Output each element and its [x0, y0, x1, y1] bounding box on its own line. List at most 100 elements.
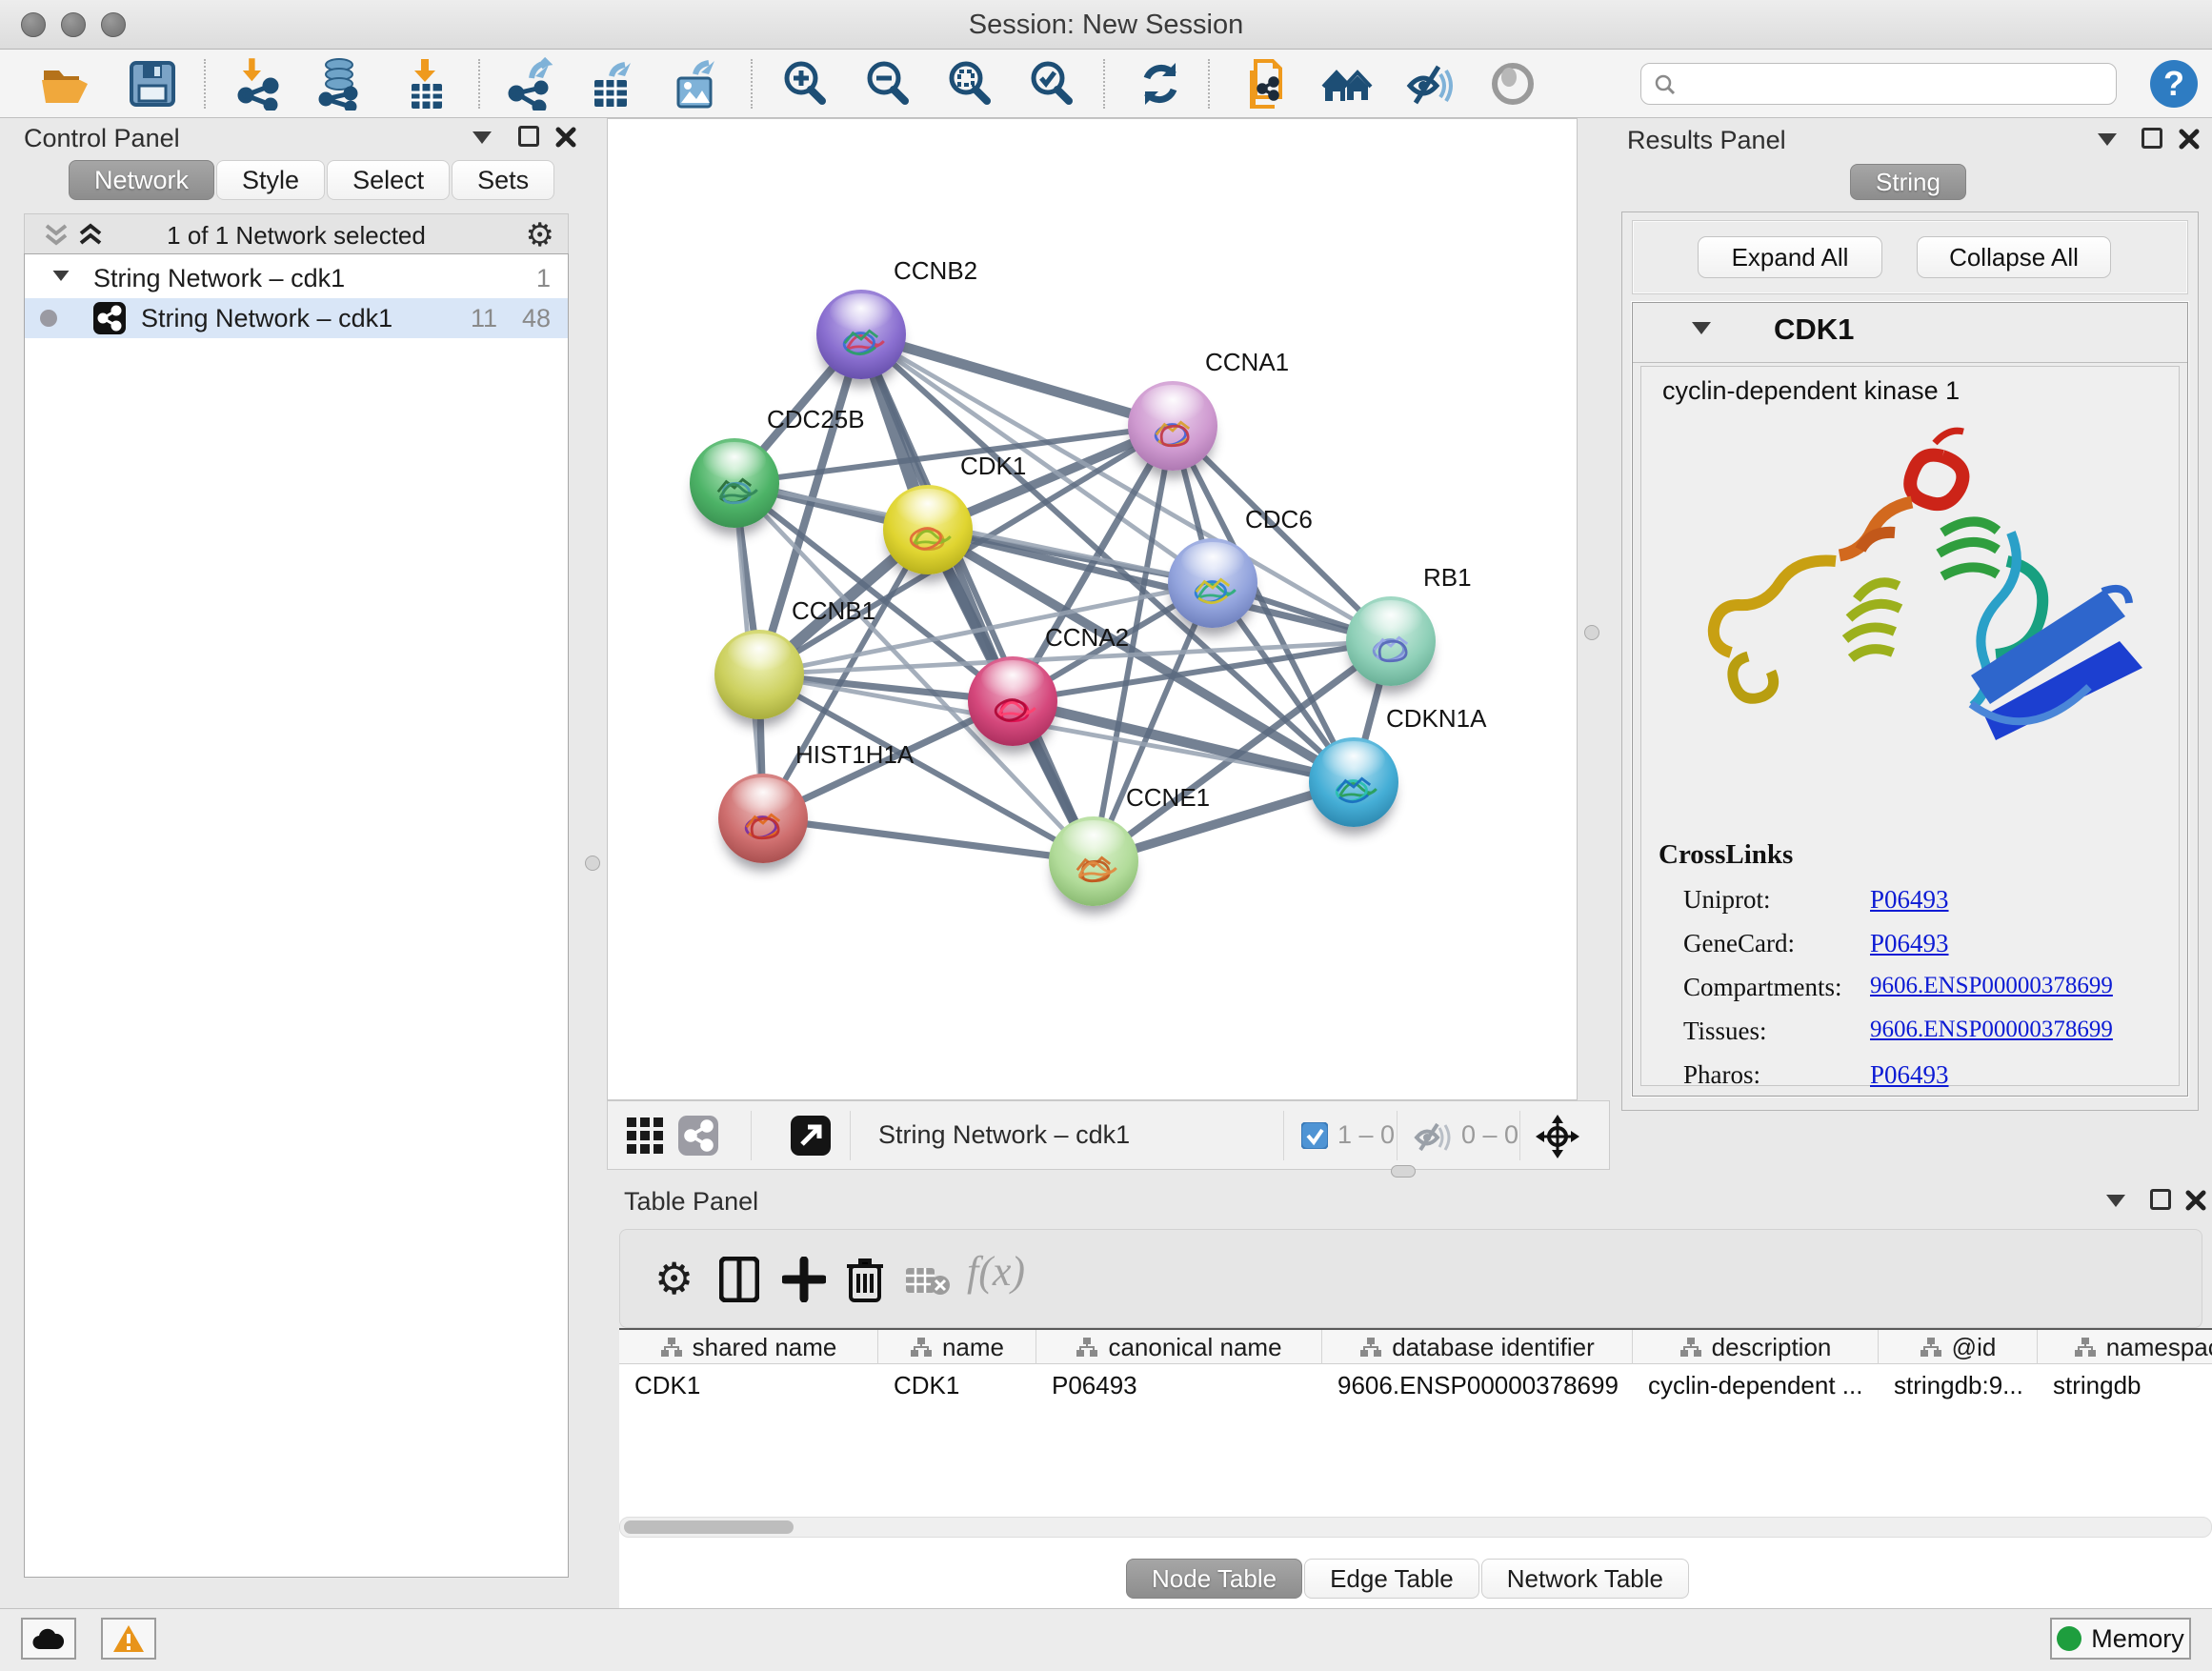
hidden-eye-slash-icon[interactable]: [1413, 1118, 1451, 1153]
attribute-type-icon: [1076, 1337, 1098, 1358]
expand-all-button[interactable]: Expand All: [1698, 236, 1882, 278]
table-cell[interactable]: stringdb: [2038, 1364, 2212, 1406]
control-panel: Control Panel NetworkStyleSelectSets 1 o…: [10, 118, 581, 1608]
show-graphics-details-button[interactable]: [1400, 55, 1458, 112]
column-header-2[interactable]: canonical name: [1036, 1330, 1322, 1364]
collapse-all-button[interactable]: Collapse All: [1917, 236, 2111, 278]
crosslink-link[interactable]: P06493: [1870, 1060, 1949, 1090]
tab-sets[interactable]: Sets: [452, 160, 554, 200]
tab-network[interactable]: Network: [69, 160, 214, 200]
panel-close-icon[interactable]: [2178, 128, 2201, 151]
network-node-CDK1[interactable]: [883, 485, 973, 574]
search-input[interactable]: [1640, 63, 2117, 105]
zoom-in-button[interactable]: [776, 55, 834, 112]
panel-menu-icon[interactable]: [2106, 1195, 2125, 1207]
show-columns-icon[interactable]: [719, 1257, 759, 1302]
column-header-0[interactable]: shared name: [619, 1330, 878, 1364]
houses-button[interactable]: [1319, 55, 1377, 112]
network-canvas[interactable]: CCNB2CCNA1CDC25BCDK1CDC6RB1CCNB1CCNA2CDK…: [607, 118, 1578, 1100]
column-header-3[interactable]: database identifier: [1322, 1330, 1633, 1364]
tab-edge-table[interactable]: Edge Table: [1304, 1559, 1479, 1599]
network-row-selected[interactable]: String Network – cdk1 11 48: [25, 298, 568, 338]
panel-close-icon[interactable]: [2184, 1189, 2207, 1212]
table-options-gear-icon[interactable]: ⚙: [654, 1253, 694, 1304]
tab-network-table[interactable]: Network Table: [1481, 1559, 1689, 1599]
panel-menu-icon[interactable]: [2098, 133, 2117, 146]
crosslink-link[interactable]: P06493: [1870, 929, 1949, 958]
save-session-button[interactable]: [124, 55, 181, 112]
separator: [1283, 1111, 1284, 1160]
crosslink-link[interactable]: P06493: [1870, 885, 1949, 915]
scrollbar-thumb[interactable]: [624, 1520, 794, 1534]
tree-expander-icon[interactable]: [53, 271, 70, 281]
network-list-options-gear-icon[interactable]: ⚙: [526, 216, 554, 254]
panel-float-icon[interactable]: [518, 126, 539, 147]
panel-menu-icon[interactable]: [473, 131, 492, 144]
table-cell[interactable]: CDK1: [878, 1364, 1036, 1406]
left-splitter-handle[interactable]: [585, 856, 600, 871]
pan-crosshair-icon[interactable]: [1534, 1113, 1581, 1160]
zoom-selected-button[interactable]: [1023, 55, 1080, 112]
network-node-CCNB2[interactable]: [816, 290, 906, 379]
network-node-HIST1H1A[interactable]: [718, 774, 808, 863]
entry-details: cyclin-dependent kinase 1: [1640, 366, 2180, 1086]
network-node-CCNB1[interactable]: [714, 630, 804, 719]
network-node-CDC25B[interactable]: [690, 438, 779, 528]
panel-float-icon[interactable]: [2142, 128, 2162, 149]
delete-column-trash-icon[interactable]: [845, 1255, 885, 1302]
network-node-RB1[interactable]: [1346, 596, 1436, 686]
horizontal-scrollbar[interactable]: [619, 1517, 2212, 1538]
render-sphere-button[interactable]: [1484, 55, 1541, 112]
table-cell[interactable]: CDK1: [619, 1364, 878, 1406]
network-edge[interactable]: [861, 334, 1094, 861]
string-share-icon[interactable]: [678, 1116, 718, 1156]
zoom-fit-content-button[interactable]: [941, 55, 998, 112]
birdseye-grid-icon[interactable]: [627, 1117, 663, 1154]
column-header-5[interactable]: @id: [1879, 1330, 2038, 1364]
cloud-button[interactable]: [21, 1618, 76, 1660]
help-button[interactable]: ?: [2145, 55, 2202, 112]
import-table-from-file-button[interactable]: [398, 55, 455, 112]
right-splitter-handle[interactable]: [1584, 625, 1599, 640]
detach-view-icon[interactable]: [791, 1116, 831, 1156]
table-cell[interactable]: stringdb:9...: [1879, 1364, 2038, 1406]
export-image-button[interactable]: [667, 55, 724, 112]
table-cell[interactable]: 9606.ENSP00000378699: [1322, 1364, 1633, 1406]
open-session-button[interactable]: [36, 55, 93, 112]
refresh-button[interactable]: [1132, 55, 1189, 112]
network-node-CCNA2[interactable]: [968, 656, 1057, 746]
string-document-button[interactable]: [1238, 55, 1296, 112]
memory-button[interactable]: Memory: [2050, 1618, 2191, 1660]
export-network-button[interactable]: [501, 55, 558, 112]
import-network-from-file-button[interactable]: [231, 55, 288, 112]
import-network-from-database-button[interactable]: [312, 55, 370, 112]
network-edge[interactable]: [763, 818, 1094, 861]
tab-style[interactable]: Style: [216, 160, 325, 200]
table-cell[interactable]: P06493: [1036, 1364, 1322, 1406]
table-row[interactable]: CDK1CDK1P064939606.ENSP00000378699cyclin…: [619, 1364, 2212, 1406]
tab-select[interactable]: Select: [327, 160, 450, 200]
warnings-button[interactable]: [101, 1618, 156, 1660]
panel-close-icon[interactable]: [554, 126, 577, 149]
network-node-CCNA1[interactable]: [1128, 381, 1217, 471]
tab-string[interactable]: String: [1850, 164, 1966, 200]
crosslink-link[interactable]: 9606.ENSP00000378699: [1870, 973, 2113, 999]
network-node-CDC6[interactable]: [1168, 538, 1257, 628]
eye-waves-icon: [1402, 57, 1456, 111]
export-table-button[interactable]: [583, 55, 640, 112]
tab-node-table[interactable]: Node Table: [1126, 1559, 1302, 1599]
zoom-out-button[interactable]: [859, 55, 916, 112]
column-header-1[interactable]: name: [878, 1330, 1036, 1364]
selected-checkbox-icon[interactable]: [1301, 1122, 1328, 1149]
entry-expander-icon[interactable]: [1692, 322, 1711, 334]
network-node-CDKN1A[interactable]: [1309, 737, 1398, 827]
add-column-icon[interactable]: [782, 1257, 826, 1302]
network-collection-row[interactable]: String Network – cdk1 1: [25, 258, 568, 298]
table-cell[interactable]: cyclin-dependent ...: [1633, 1364, 1879, 1406]
panel-float-icon[interactable]: [2150, 1189, 2171, 1210]
column-header-6[interactable]: namespace: [2038, 1330, 2212, 1364]
network-node-CCNE1[interactable]: [1049, 816, 1138, 906]
column-header-4[interactable]: description: [1633, 1330, 1879, 1364]
crosslink-link[interactable]: 9606.ENSP00000378699: [1870, 1017, 2113, 1043]
node-label-RB1: RB1: [1423, 563, 1472, 593]
